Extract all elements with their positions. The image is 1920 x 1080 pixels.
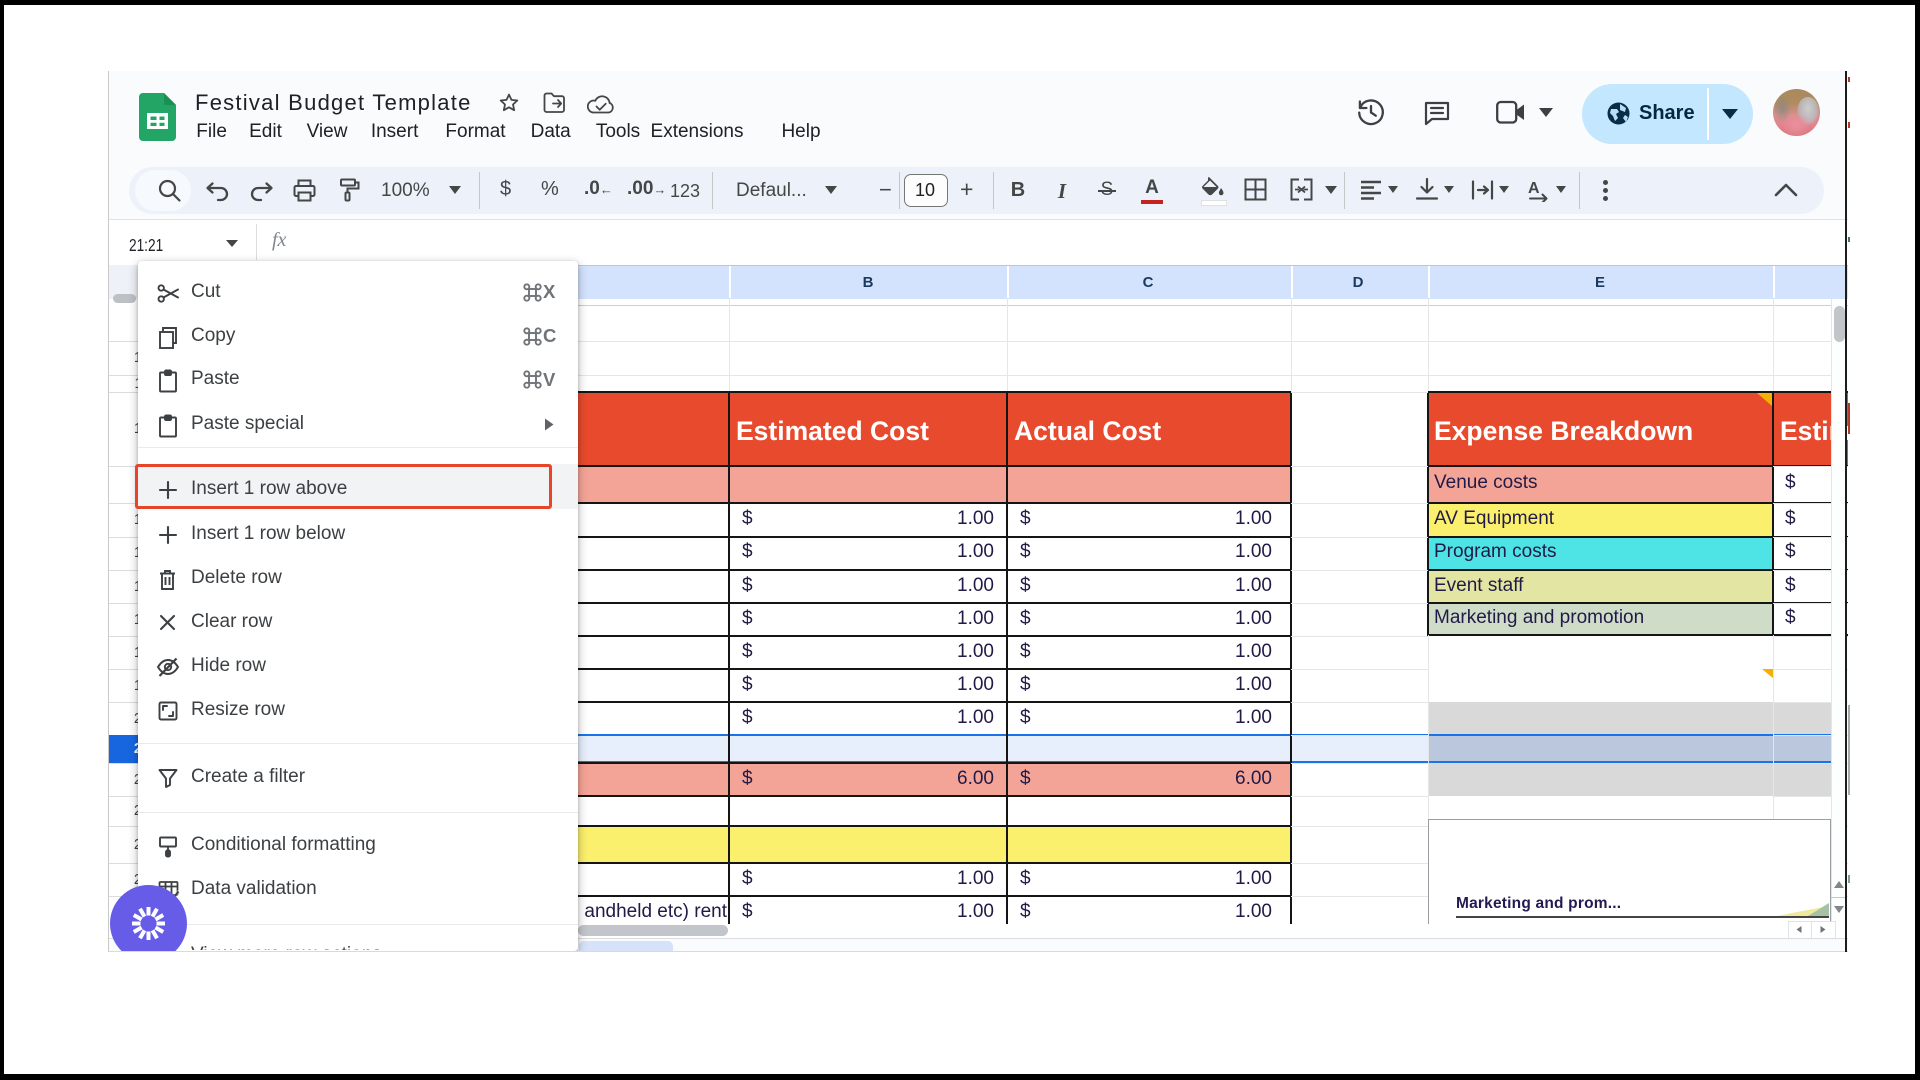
- svg-text:A: A: [1528, 180, 1540, 197]
